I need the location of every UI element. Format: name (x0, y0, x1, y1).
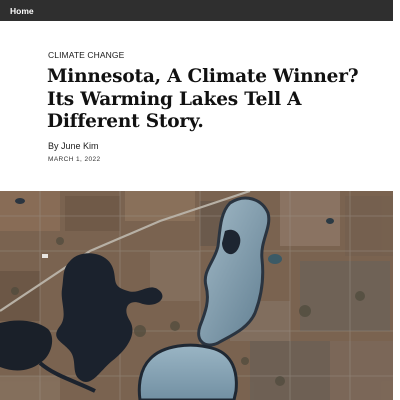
page-edge-strip (393, 0, 400, 400)
byline-prefix: By (48, 141, 62, 151)
small-pond (326, 218, 334, 224)
small-pond (15, 198, 25, 204)
byline: By June Kim (48, 141, 99, 152)
article-headline: Minnesota, A Climate Winner? Its Warming… (47, 66, 359, 132)
building (42, 254, 48, 258)
article-page: Home CLIMATE CHANGE Minnesota, A Climate… (0, 0, 400, 400)
category-link[interactable]: CLIMATE CHANGE (48, 50, 124, 61)
publish-date: MARCH 1, 2022 (48, 156, 101, 163)
aerial-lakes-svg (0, 191, 393, 400)
home-link[interactable]: Home (10, 5, 34, 17)
small-pond (268, 254, 282, 264)
author-link[interactable]: June Kim (61, 141, 99, 151)
top-navigation-bar: Home (0, 0, 393, 21)
aerial-lakes-image (0, 191, 393, 400)
